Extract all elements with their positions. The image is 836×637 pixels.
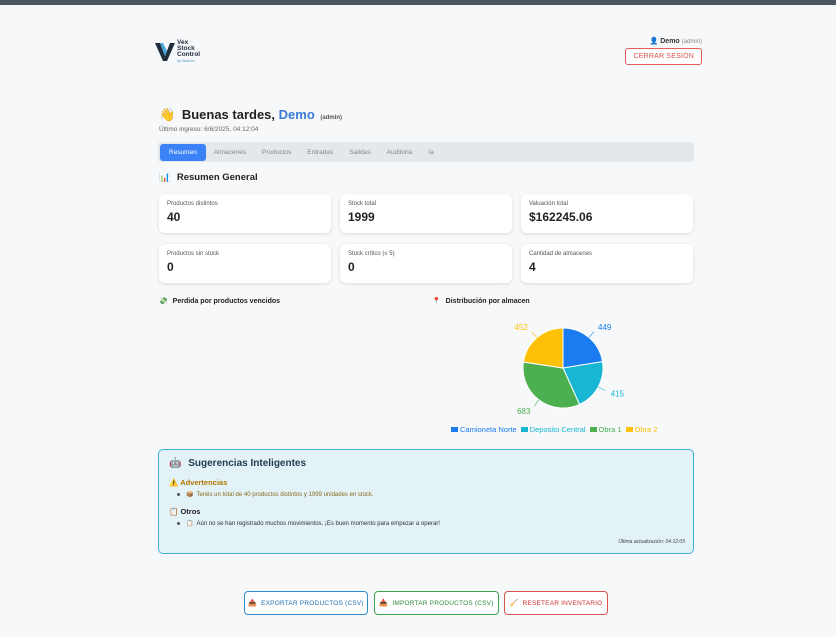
list-item: 📦 Tenés un total de 40 productos distint… <box>177 491 683 498</box>
import-csv-button[interactable]: 📥 IMPORTAR PRODUCTOS (CSV) <box>374 591 499 615</box>
card-productos-distintos: Productos distintos 40 <box>159 194 331 233</box>
tab-auditoria[interactable]: Auditoria <box>379 144 421 161</box>
tab-productos[interactable]: Productos <box>254 144 299 161</box>
card-label: Stock total <box>348 201 377 207</box>
tab-resumen[interactable]: Resumen <box>160 143 206 161</box>
upload-icon: 📤 <box>248 600 258 607</box>
list-item: 📋 Aún no se han registrado muchos movimi… <box>177 520 683 527</box>
card-label: Productos distintos <box>167 201 218 207</box>
tab-ia[interactable]: Ia <box>420 144 441 161</box>
pie-data-label: 683 <box>517 407 531 416</box>
package-icon: 📦 <box>186 492 194 498</box>
legend-swatch <box>451 427 458 432</box>
bar-chart-icon: 📊 <box>159 172 171 182</box>
pie-label-line <box>533 399 540 407</box>
tab-bar: Resumen Almacenes Productos Entradas Sal… <box>158 142 694 162</box>
app-logo[interactable]: Vex Stock Control by Vexa Inc <box>155 39 201 64</box>
logo-text: Vex Stock Control by Vexa Inc <box>177 39 201 63</box>
suggestions-panel: 🤖 Sugerencias Inteligentes ⚠️ Advertenci… <box>158 449 694 554</box>
card-value: 0 <box>348 260 355 274</box>
card-value: 40 <box>167 210 181 224</box>
pie-data-label: 452 <box>514 323 528 332</box>
user-role: (admin) <box>681 39 702 45</box>
distribution-pie-chart: 449 415 683 452 <box>430 312 700 440</box>
greeting: 👋 Buenas tardes, Demo (admin) <box>159 107 342 123</box>
logo-icon <box>155 43 175 61</box>
card-stock-total: Stock total 1999 <box>340 194 512 233</box>
legend-swatch <box>520 427 528 432</box>
clipboard-icon: 📋 <box>169 507 179 516</box>
greeting-role: (admin) <box>320 115 343 121</box>
card-productos-sin-stock: Productos sin stock 0 <box>159 244 331 283</box>
card-value: $162245.06 <box>529 210 593 224</box>
user-name: Demo <box>660 38 680 45</box>
clipboard-icon: 📋 <box>186 521 194 527</box>
legend-swatch <box>625 427 633 432</box>
reset-inventory-button[interactable]: 🧹 RESETEAR INVENTARIO <box>504 591 608 615</box>
loss-title: 💸 Perdida por productos vencidos <box>159 298 281 305</box>
pie-data-label: 449 <box>598 323 612 332</box>
export-csv-button[interactable]: 📤 EXPORTAR PRODUCTOS (CSV) <box>244 591 368 615</box>
summary-title: 📊 Resumen General <box>159 172 258 183</box>
card-value: 4 <box>529 260 536 274</box>
broom-icon: 🧹 <box>509 600 519 607</box>
pie-svg: 449 415 683 452 <box>514 323 625 416</box>
pie-legend: Camioneta Norte Deposito Central Obra 1 … <box>451 425 661 434</box>
legend-item-deposito-central[interactable]: Deposito Central <box>520 425 586 434</box>
warning-icon: ⚠️ <box>169 478 179 487</box>
pie-label-line <box>588 331 595 338</box>
pie-label-line <box>531 331 538 338</box>
tab-salidas[interactable]: Salidas <box>341 144 378 161</box>
warnings-heading: ⚠️ Advertencias <box>169 478 228 487</box>
card-label: Stock crítico (≤ 5) <box>348 251 395 257</box>
card-label: Productos sin stock <box>167 251 220 257</box>
greeting-name: Demo <box>278 107 315 122</box>
wave-icon: 👋 <box>159 107 176 122</box>
user-icon: 👤 <box>649 38 659 45</box>
top-bar <box>0 0 836 5</box>
tab-entradas[interactable]: Entradas <box>299 144 341 161</box>
card-label: Cantidad de almacenes <box>529 251 593 257</box>
pie-slice-obra-2[interactable] <box>522 327 564 369</box>
pie-slice-camioneta-norte[interactable] <box>562 327 604 369</box>
legend-item-obra-2[interactable]: Obra 2 <box>625 425 657 434</box>
user-line: 👤 Demo (admin) <box>625 37 702 45</box>
card-stock-critico: Stock crítico (≤ 5) 0 <box>340 244 512 283</box>
others-heading: 📋 Otros <box>169 507 201 516</box>
distribution-title: 📍 Distribución por almacen <box>432 298 530 305</box>
legend-swatch <box>589 427 597 432</box>
robot-icon: 🤖 <box>169 458 182 469</box>
greeting-prefix: Buenas tardes, <box>181 107 276 122</box>
logout-button[interactable]: CERRAR SESIÓN <box>625 48 702 65</box>
legend-item-camioneta-norte[interactable]: Camioneta Norte <box>451 425 517 434</box>
money-icon: 💸 <box>159 298 168 305</box>
pin-icon: 📍 <box>432 298 441 305</box>
card-valuacion-total: Valuación total $162245.06 <box>521 194 693 233</box>
card-cantidad-almacenes: Cantidad de almacenes 4 <box>521 244 693 283</box>
pie-label-line <box>598 386 606 391</box>
suggestions-title: 🤖 Sugerencias Inteligentes <box>169 458 307 469</box>
card-label: Valuación total <box>529 201 568 207</box>
card-value: 1999 <box>348 210 375 224</box>
last-update: Última actualización: 04:12:05 <box>618 539 685 545</box>
card-value: 0 <box>167 260 174 274</box>
download-icon: 📥 <box>379 600 389 607</box>
legend-item-obra-1[interactable]: Obra 1 <box>589 425 622 434</box>
tab-almacenes[interactable]: Almacenes <box>206 144 254 161</box>
last-login: Último ingreso: 6/6/2025, 04:12:04 <box>159 126 259 133</box>
pie-data-label: 415 <box>611 390 625 399</box>
user-box: 👤 Demo (admin) CERRAR SESIÓN <box>625 37 702 65</box>
